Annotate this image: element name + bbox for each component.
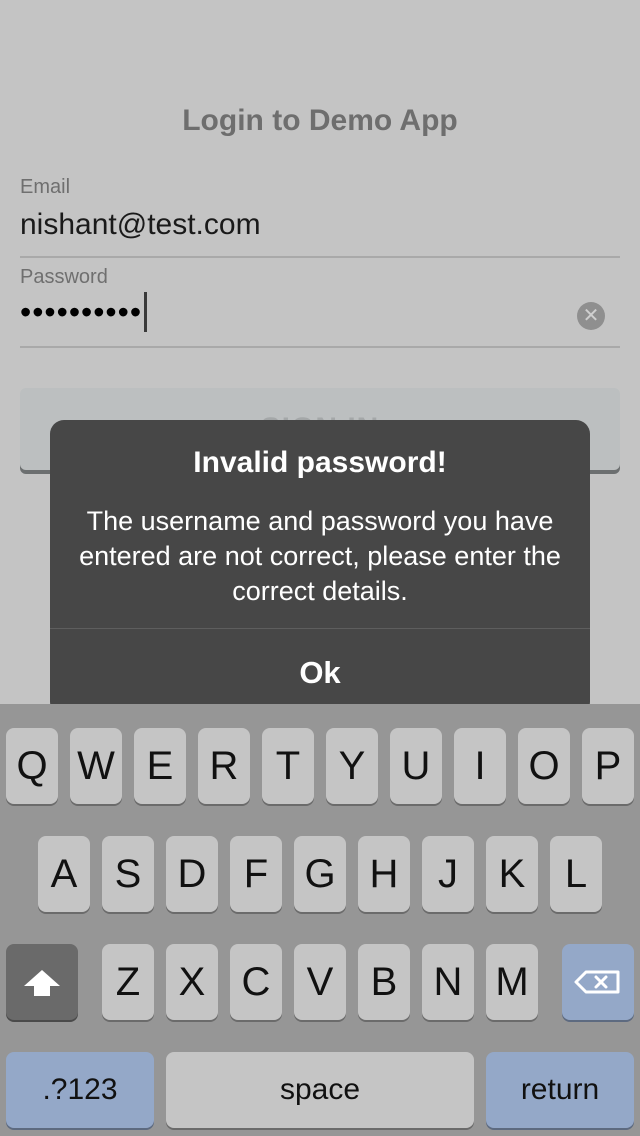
key-n[interactable]: N	[422, 944, 474, 1020]
key-i[interactable]: I	[454, 728, 506, 804]
email-field[interactable]: nishant@test.com	[20, 208, 261, 242]
alert-message: The username and password you have enter…	[79, 506, 561, 606]
email-underline	[20, 256, 620, 258]
key-w[interactable]: W	[70, 728, 122, 804]
key-m[interactable]: M	[486, 944, 538, 1020]
key-q[interactable]: Q	[6, 728, 58, 804]
ok-button[interactable]: Ok	[50, 629, 590, 716]
alert-dialog: Invalid password! The username and passw…	[50, 420, 590, 716]
key-s[interactable]: S	[102, 836, 154, 912]
clear-text-icon[interactable]: ✕	[577, 302, 605, 330]
key-p[interactable]: P	[582, 728, 634, 804]
key-j[interactable]: J	[422, 836, 474, 912]
key-y[interactable]: Y	[326, 728, 378, 804]
key-k[interactable]: K	[486, 836, 538, 912]
key-c[interactable]: C	[230, 944, 282, 1020]
key-u[interactable]: U	[390, 728, 442, 804]
key-e[interactable]: E	[134, 728, 186, 804]
backspace-icon	[574, 970, 620, 994]
key-v[interactable]: V	[294, 944, 346, 1020]
key-a[interactable]: A	[38, 836, 90, 912]
key-z[interactable]: Z	[102, 944, 154, 1020]
numbers-key[interactable]: .?123	[6, 1052, 154, 1128]
password-dots: ••••••••••	[20, 293, 143, 330]
page-title: Login to Demo App	[182, 104, 458, 137]
alert-title: Invalid password!	[193, 446, 447, 479]
key-l[interactable]: L	[550, 836, 602, 912]
password-underline	[20, 346, 620, 348]
shift-key[interactable]	[6, 944, 78, 1020]
key-h[interactable]: H	[358, 836, 410, 912]
password-label: Password	[20, 266, 108, 288]
email-label: Email	[20, 176, 71, 198]
keyboard: Q W E R T Y U I O P A S D F G H J K L Z …	[0, 704, 640, 1136]
text-cursor	[144, 292, 148, 332]
return-key[interactable]: return	[486, 1052, 634, 1128]
key-t[interactable]: T	[262, 728, 314, 804]
key-x[interactable]: X	[166, 944, 218, 1020]
key-f[interactable]: F	[230, 836, 282, 912]
space-key[interactable]: space	[166, 1052, 474, 1128]
delete-key[interactable]	[562, 944, 634, 1020]
password-field[interactable]: ••••••••••	[20, 292, 148, 332]
key-d[interactable]: D	[166, 836, 218, 912]
key-b[interactable]: B	[358, 944, 410, 1020]
shift-arrow-icon	[24, 970, 60, 996]
key-r[interactable]: R	[198, 728, 250, 804]
key-g[interactable]: G	[294, 836, 346, 912]
key-o[interactable]: O	[518, 728, 570, 804]
